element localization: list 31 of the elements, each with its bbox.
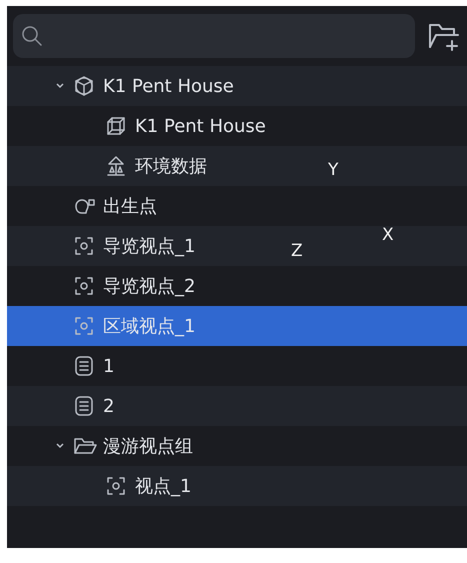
axis-label: X xyxy=(382,224,394,247)
item-label: 漫游视点组 xyxy=(103,434,193,458)
document-icon xyxy=(73,355,95,377)
item-label: K1 Pent House xyxy=(135,114,266,138)
item-label: 1 xyxy=(103,354,114,378)
item-label: 2 xyxy=(103,394,114,418)
document-icon xyxy=(73,395,95,417)
item-label: 区域视点_1 xyxy=(103,314,196,338)
viewpoint-icon xyxy=(73,315,95,337)
item-label: 环境数据 xyxy=(135,154,207,178)
axis-label: Y xyxy=(328,159,338,182)
item-label: 视点_1 xyxy=(135,474,192,498)
item-label: 导览视点_1 xyxy=(103,234,196,258)
item-label: 导览视点_2 xyxy=(103,274,196,298)
search-icon xyxy=(21,25,43,47)
viewpoint-icon xyxy=(73,235,95,257)
tree-row[interactable]: 2 xyxy=(7,386,467,426)
viewpoint-icon xyxy=(105,475,127,497)
add-folder-icon[interactable] xyxy=(427,21,461,51)
tree-row[interactable]: 视点_1 xyxy=(7,466,467,506)
chevron-down-icon[interactable] xyxy=(55,82,65,90)
axis-label: Z xyxy=(291,240,303,263)
viewpoint-icon xyxy=(73,275,95,297)
item-label: 出生点 xyxy=(103,194,157,218)
search-field[interactable] xyxy=(13,14,415,58)
cube-icon xyxy=(73,75,95,97)
wireframe-cube-icon xyxy=(105,115,127,137)
tree-row[interactable]: K1 Pent House xyxy=(7,66,467,106)
tree-row[interactable]: 区域视点_1 xyxy=(7,306,467,346)
chevron-down-icon[interactable] xyxy=(55,442,65,450)
item-label: K1 Pent House xyxy=(103,74,234,98)
